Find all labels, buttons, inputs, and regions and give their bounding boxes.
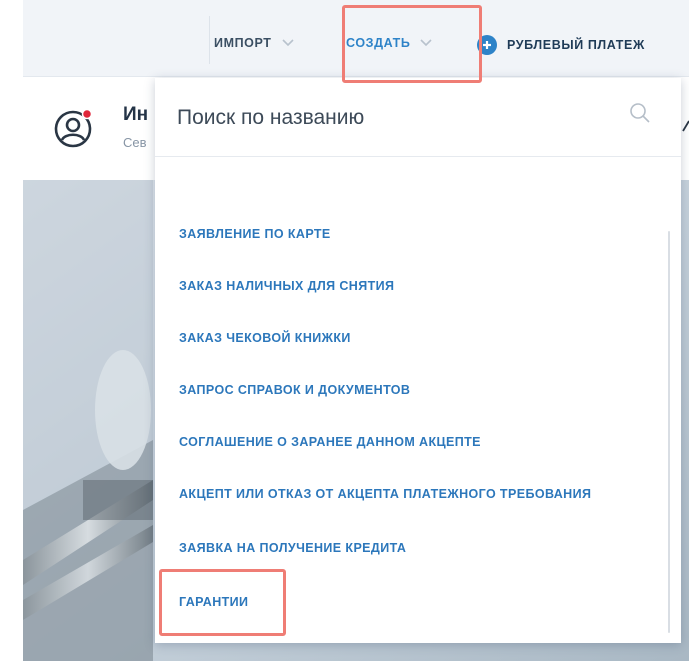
menu-item-card-application[interactable]: ЗАЯВЛЕНИЕ ПО КАРТЕ [179, 227, 331, 241]
create-dropdown-menu: ЗАЯВЛЕНИЕ ПО КАРТЕ ЗАКАЗ НАЛИЧНЫХ ДЛЯ СН… [155, 78, 681, 643]
menu-item-pre-acceptance-agreement[interactable]: СОГЛАШЕНИЕ О ЗАРАНЕЕ ДАННОМ АКЦЕПТЕ [179, 435, 481, 449]
menu-item-payment-request-acceptance[interactable]: АКЦЕПТ ИЛИ ОТКАЗ ОТ АКЦЕПТА ПЛАТЕЖНОГО Т… [179, 487, 591, 501]
chevron-down-icon [281, 39, 294, 47]
chevron-icon[interactable] [681, 119, 689, 133]
user-avatar-icon[interactable] [53, 106, 97, 150]
toolbar-divider [209, 16, 210, 64]
search-input[interactable] [177, 102, 607, 134]
left-margin [0, 0, 23, 661]
menu-item-documents-request[interactable]: ЗАПРОС СПРАВОК И ДОКУМЕНТОВ [179, 383, 410, 397]
import-menu-button[interactable]: ИМПОРТ [214, 36, 294, 50]
dropdown-scrollbar[interactable] [668, 231, 670, 633]
import-label: ИМПОРТ [214, 36, 272, 50]
menu-item-cash-withdrawal-order[interactable]: ЗАКАЗ НАЛИЧНЫХ ДЛЯ СНЯТИЯ [179, 279, 394, 293]
create-highlight-frame [342, 5, 482, 83]
menu-item-credit-application[interactable]: ЗАЯВКА НА ПОЛУЧЕНИЕ КРЕДИТА [179, 541, 406, 555]
menu-item-checkbook-order[interactable]: ЗАКАЗ ЧЕКОВОЙ КНИЖКИ [179, 331, 351, 345]
organization-name[interactable]: Ин [123, 104, 148, 126]
ruble-payment-label: РУБЛЕВЫЙ ПЛАТЕЖ [507, 38, 645, 52]
guarantees-highlight-frame [159, 569, 286, 636]
search-icon[interactable] [629, 102, 651, 124]
dropdown-search-row [155, 78, 681, 157]
ruble-payment-button[interactable]: РУБЛЕВЫЙ ПЛАТЕЖ [477, 35, 645, 55]
organization-subtitle: Сев [123, 135, 147, 150]
